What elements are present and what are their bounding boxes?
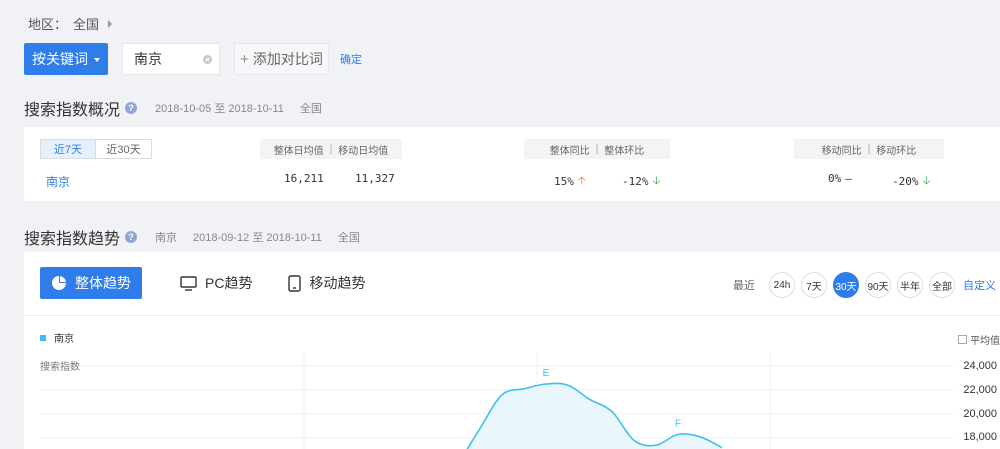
trend-title: 搜索指数趋势 <box>24 231 121 248</box>
plus-icon: + <box>240 50 249 68</box>
overall-yoy-value: 15% 🡡 <box>554 172 586 191</box>
separator: | <box>867 143 871 155</box>
custom-range-link[interactable]: 自定义 <box>963 277 996 293</box>
tab-overall-label: 整体趋势 <box>75 275 131 291</box>
overall-avg-text: 16,211 <box>284 172 324 185</box>
phone-icon <box>288 274 302 292</box>
mobile-avg-header: 移动日均值 <box>338 145 389 157</box>
overall-mom-text: -12% <box>622 175 649 188</box>
keyword-value: 南京 <box>134 51 162 67</box>
y-tick: 18,000 <box>963 431 997 443</box>
overall-mom-header: 整体环比 <box>604 145 645 157</box>
mobile-avg-text: 11,327 <box>355 172 395 185</box>
overview-header: 搜索指数概况 ? 2018-10-05 至 2018-10-11 全国 <box>24 96 322 120</box>
arrow-up-icon: 🡡 <box>577 174 586 187</box>
range-half-year[interactable]: 半年 <box>897 272 923 298</box>
overall-yoy-header: 整体同比 <box>549 145 590 157</box>
range-selector: 最近 24h 7天 30天 90天 半年 全部 自定义 <box>733 272 996 298</box>
mobile-header: 移动同比 | 移动环比 <box>794 139 944 159</box>
checkbox-icon <box>958 335 967 344</box>
separator: | <box>329 143 333 155</box>
trend-card: E F 整体趋势 PC趋势 移动趋势 最近 24h 7天 30天 90天 半年 全… <box>24 252 1000 449</box>
separator: | <box>595 143 599 155</box>
range-7d[interactable]: 7天 <box>801 272 827 298</box>
tab-mobile-trend[interactable]: 移动趋势 <box>288 273 365 293</box>
breadcrumb[interactable]: 地区： 全国 <box>28 14 113 33</box>
keyword-input[interactable]: 南京 <box>122 43 220 75</box>
tab-overall-trend[interactable]: 整体趋势 <box>40 267 142 299</box>
chart-legend[interactable]: 南京 <box>40 330 74 345</box>
row-city[interactable]: 南京 <box>46 173 70 190</box>
series-area <box>458 383 722 449</box>
tab-30days[interactable]: 近30天 <box>96 140 151 158</box>
mobile-avg-value: 11,327 <box>355 172 395 185</box>
clear-icon[interactable] <box>203 54 212 64</box>
trend-keyword: 南京 <box>155 232 178 244</box>
confirm-link[interactable]: 确定 <box>340 51 362 67</box>
overview-date-range: 2018-10-05 至 2018-10-11 <box>155 103 284 115</box>
arrow-down-icon: 🡣 <box>652 174 661 187</box>
overview-card: 近7天 近30天 整体日均值 | 移动日均值 整体同比 | 整体环比 移动同比 … <box>24 127 1000 201</box>
trend-tabs: 整体趋势 PC趋势 移动趋势 <box>40 267 365 299</box>
range-label: 最近 <box>733 280 755 292</box>
overview-title: 搜索指数概况 <box>24 102 121 119</box>
region-label: 地区： <box>28 17 68 32</box>
chart-marker-label: E <box>543 368 550 379</box>
trend-region: 全国 <box>337 232 360 244</box>
mobile-yoy-header: 移动同比 <box>821 145 862 157</box>
period-tabs: 近7天 近30天 <box>40 139 152 159</box>
mobile-mom-text: -20% <box>892 175 919 188</box>
keyword-mode-button[interactable]: 按关键词 <box>24 43 108 75</box>
yoy-header: 整体同比 | 整体环比 <box>524 139 670 159</box>
pie-chart-icon <box>52 276 66 290</box>
overview-meta: 2018-10-05 至 2018-10-11 全国 <box>155 100 322 116</box>
tab-pc-trend[interactable]: PC趋势 <box>180 273 252 293</box>
overview-region: 全国 <box>299 103 322 115</box>
range-24h[interactable]: 24h <box>769 272 795 298</box>
mobile-yoy-text: 0% <box>828 172 842 185</box>
dash-icon: – <box>845 172 852 185</box>
arrow-down-icon: 🡣 <box>922 174 931 187</box>
overall-avg-value: 16,211 <box>284 172 324 185</box>
help-icon[interactable]: ? <box>125 231 138 243</box>
mobile-mom-value: -20% 🡣 <box>892 172 930 191</box>
range-all[interactable]: 全部 <box>929 272 955 298</box>
add-compare-label: 添加对比词 <box>252 51 323 67</box>
mobile-yoy-value: 0% – <box>828 172 852 185</box>
divider <box>24 315 1000 316</box>
add-compare-button[interactable]: + 添加对比词 <box>234 43 329 75</box>
range-30d[interactable]: 30天 <box>833 272 859 298</box>
overall-mom-value: -12% 🡣 <box>622 172 660 191</box>
trend-date-range: 2018-09-12 至 2018-10-11 <box>193 232 322 244</box>
legend-label: 南京 <box>54 334 74 345</box>
keyword-mode-label: 按关键词 <box>32 51 88 67</box>
y-axis-label: 搜索指数 <box>40 362 80 373</box>
tab-7days[interactable]: 近7天 <box>41 140 96 158</box>
avg-header: 整体日均值 | 移动日均值 <box>260 139 402 159</box>
chart-marker-label: F <box>675 418 681 429</box>
y-tick: 22,000 <box>963 384 997 396</box>
y-tick: 24,000 <box>963 360 997 372</box>
average-label: 平均值 <box>970 336 1000 347</box>
tab-mobile-label: 移动趋势 <box>309 275 366 291</box>
tab-pc-label: PC趋势 <box>205 275 253 291</box>
mobile-mom-header: 移动环比 <box>876 145 917 157</box>
trend-header: 搜索指数趋势 ? 南京 2018-09-12 至 2018-10-11 全国 <box>24 225 360 249</box>
search-row: 按关键词 南京 + 添加对比词 确定 <box>24 43 362 75</box>
y-tick: 20,000 <box>963 408 997 420</box>
overall-yoy-text: 15% <box>554 175 574 188</box>
average-toggle[interactable]: 平均值 <box>958 332 1000 347</box>
range-90d[interactable]: 90天 <box>865 272 891 298</box>
region-value[interactable]: 全国 <box>73 14 99 33</box>
legend-swatch <box>40 334 46 341</box>
caret-right-icon <box>108 19 113 28</box>
overall-avg-header: 整体日均值 <box>273 145 324 157</box>
dropdown-arrow-icon <box>94 58 100 62</box>
monitor-icon <box>180 275 197 291</box>
help-icon[interactable]: ? <box>125 102 138 114</box>
trend-meta: 南京 2018-09-12 至 2018-10-11 全国 <box>155 229 360 245</box>
